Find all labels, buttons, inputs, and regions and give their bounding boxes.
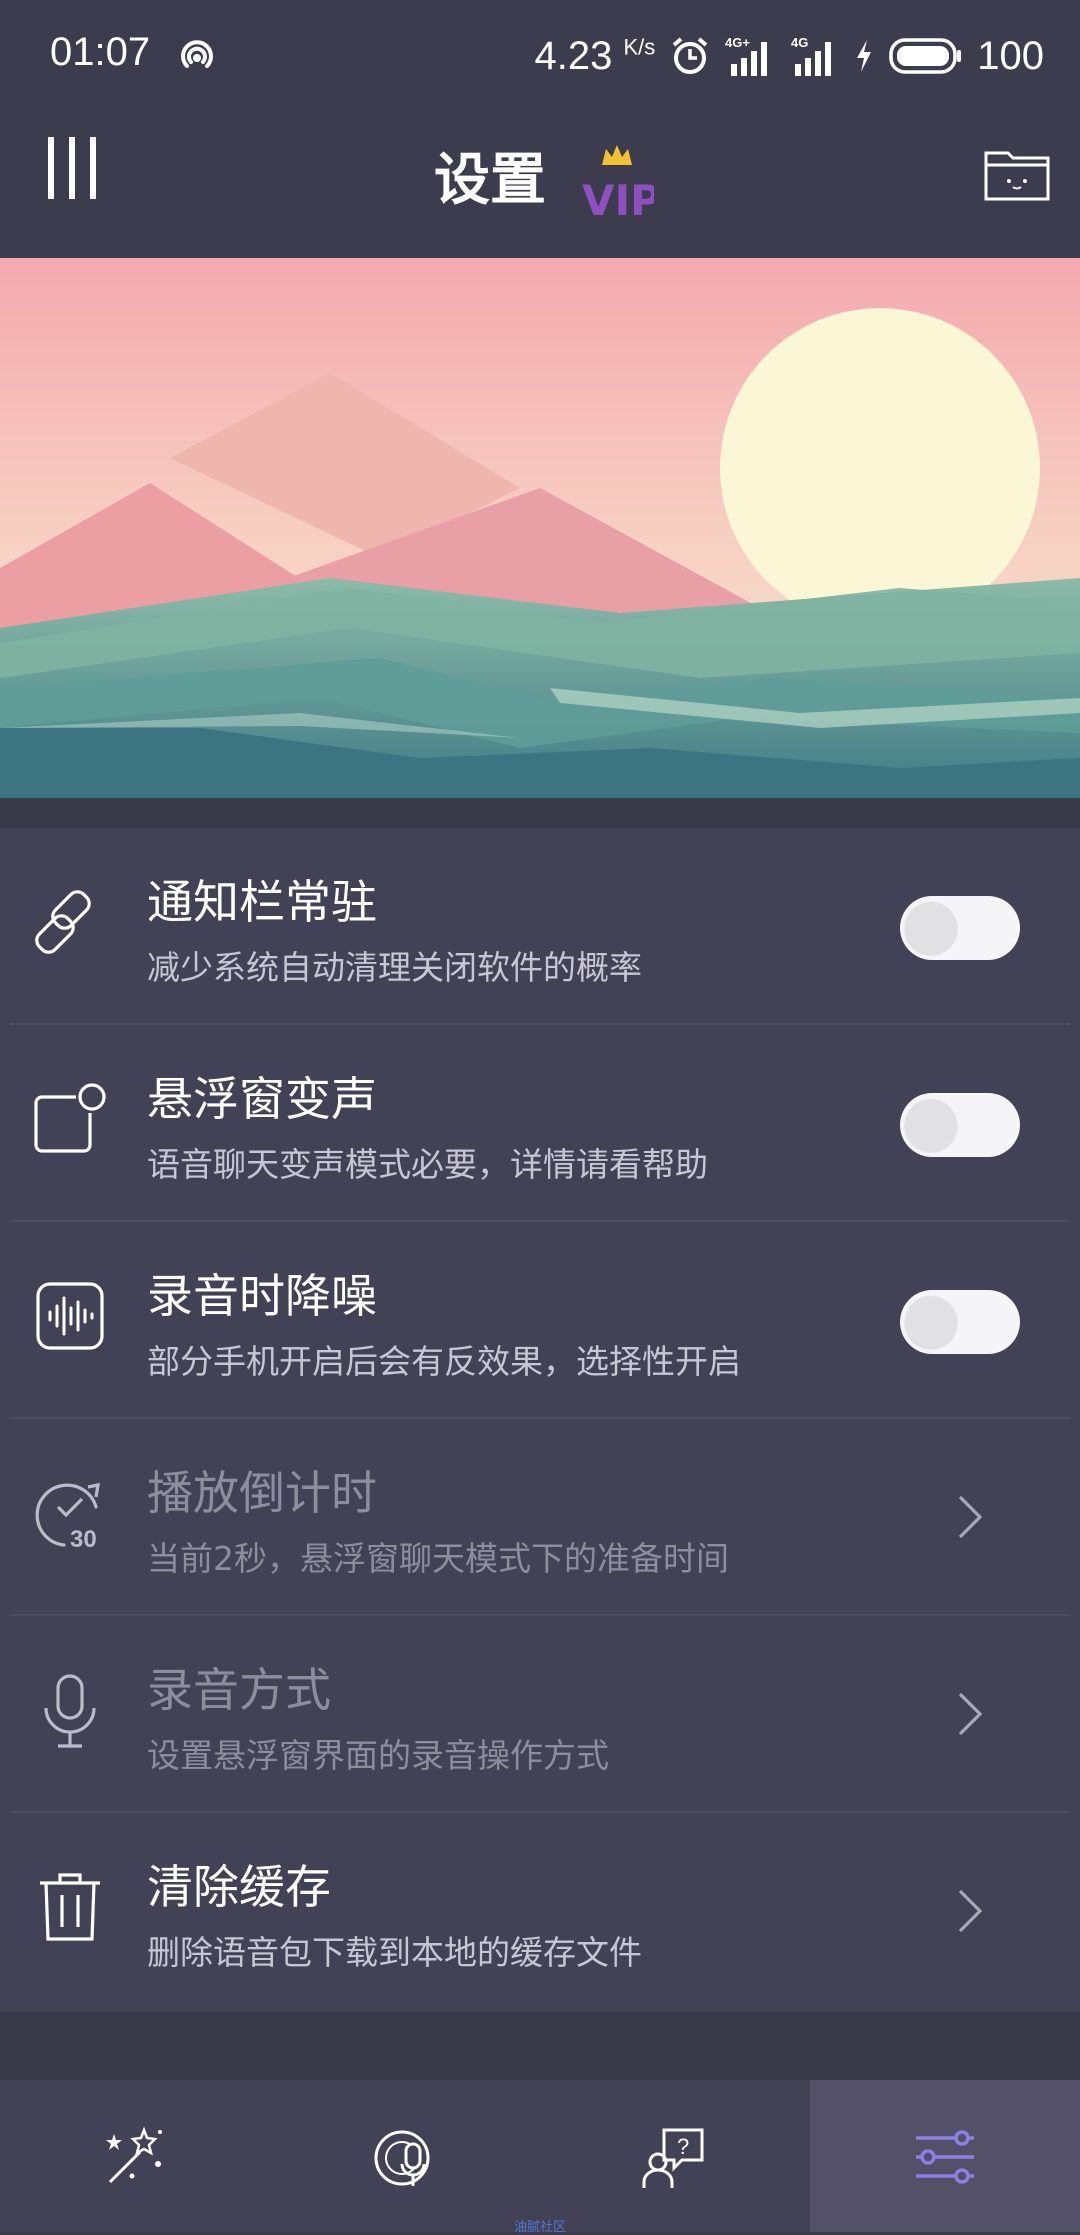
setting-label: 清除缓存 [147, 1860, 331, 1914]
svg-text:4G: 4G [791, 35, 808, 50]
svg-text:?: ? [677, 2134, 689, 2159]
setting-label: 录音时降噪 [147, 1269, 377, 1323]
setting-notification-persistent[interactable]: 通知栏常驻 减少系统自动清理关闭软件的概率 [0, 828, 1080, 1025]
magic-wand-icon [106, 2126, 162, 2184]
setting-recording-method[interactable]: 录音方式 设置悬浮窗界面的录音操作方式 [0, 1616, 1080, 1813]
status-time: 01:07 [50, 30, 151, 74]
watermark-caption: 油腻社区 [513, 2220, 566, 2235]
chevron-right-icon[interactable] [950, 1489, 990, 1545]
setting-label: 通知栏常驻 [147, 875, 377, 929]
bottom-spacer [0, 2012, 1080, 2080]
signal-4g-plus-icon: 4G+ [725, 35, 768, 76]
status-bar: 01:07 4.23 K/s 4G+ 4G 100 [0, 0, 1080, 115]
nav-item-voice-packs[interactable] [270, 2080, 540, 2232]
setting-label: 悬浮窗变声 [147, 1072, 377, 1126]
link-icon [35, 890, 91, 954]
page-title: 设置 [434, 148, 546, 213]
help-chat-icon: ? [642, 2128, 704, 2188]
crown-icon [602, 145, 632, 165]
alarm-icon [672, 37, 708, 74]
charging-icon [857, 40, 872, 72]
trash-icon [40, 1873, 100, 1941]
settings-sliders-icon [916, 2130, 974, 2184]
floating-voice-change-toggle[interactable] [900, 1093, 1020, 1157]
section-gap [0, 798, 1080, 828]
hotspot-icon [181, 40, 213, 68]
setting-description: 部分手机开启后会有反效果，选择性开启 [147, 1342, 741, 1381]
chevron-right-icon[interactable] [950, 1686, 990, 1742]
voice-disc-icon [374, 2130, 430, 2186]
toggle-knob [905, 1296, 957, 1348]
notification-persistent-toggle[interactable] [900, 896, 1020, 960]
setting-description: 设置悬浮窗界面的录音操作方式 [147, 1736, 609, 1775]
vip-badge[interactable]: VIP [580, 135, 654, 225]
app-header: 设置 VIP [0, 115, 1080, 258]
battery-icon [889, 38, 962, 74]
vip-label: VIP [582, 176, 654, 225]
toggle-knob [905, 1099, 957, 1151]
noise-reduction-toggle[interactable] [900, 1290, 1020, 1354]
setting-clear-cache[interactable]: 清除缓存 删除语音包下载到本地的缓存文件 [0, 1813, 1080, 2010]
setting-description: 减少系统自动清理关闭软件的概率 [147, 948, 642, 987]
signal-4g-icon: 4G [791, 35, 832, 76]
setting-label: 录音方式 [147, 1663, 331, 1717]
setting-description: 语音聊天变声模式必要，详情请看帮助 [147, 1145, 708, 1184]
status-right: 4.23 K/s 4G+ 4G 100 [534, 28, 1044, 84]
timer-icon: 30 [35, 1482, 100, 1553]
timer-number: 30 [70, 1526, 97, 1553]
nav-item-help[interactable]: ? [540, 2080, 810, 2232]
setting-playback-countdown[interactable]: 30 播放倒计时 当前2秒，悬浮窗聊天模式下的准备时间 [0, 1419, 1080, 1616]
chevron-right-icon[interactable] [950, 1883, 990, 1939]
network-speed: 4.23 K/s [534, 33, 656, 78]
setting-description: 删除语音包下载到本地的缓存文件 [147, 1933, 642, 1972]
header-banner-illustration [0, 258, 1080, 798]
waveform-icon [36, 1282, 104, 1350]
sun [720, 308, 1040, 628]
nav-item-settings[interactable] [810, 2080, 1080, 2232]
setting-label: 播放倒计时 [147, 1466, 377, 1520]
setting-noise-reduction[interactable]: 录音时降噪 部分手机开启后会有反效果，选择性开启 [0, 1222, 1080, 1419]
battery-level: 100 [977, 33, 1044, 78]
setting-description: 当前2秒，悬浮窗聊天模式下的准备时间 [147, 1539, 729, 1578]
svg-text:4G+: 4G+ [725, 35, 750, 50]
nav-item-effects[interactable] [0, 2080, 270, 2232]
toggle-knob [905, 902, 957, 954]
setting-floating-voice-change[interactable]: 悬浮窗变声 语音聊天变声模式必要，详情请看帮助 [0, 1025, 1080, 1222]
microphone-icon [44, 1674, 96, 1748]
folder-icon[interactable] [982, 145, 1052, 205]
menu-icon[interactable] [44, 133, 100, 203]
settings-list: 通知栏常驻 减少系统自动清理关闭软件的概率 悬浮窗变声 语音聊天变声模式必要，详… [0, 828, 1080, 2012]
bottom-navigation: ? 油腻社区 [0, 2080, 1080, 2235]
floating-window-icon [34, 1083, 106, 1153]
